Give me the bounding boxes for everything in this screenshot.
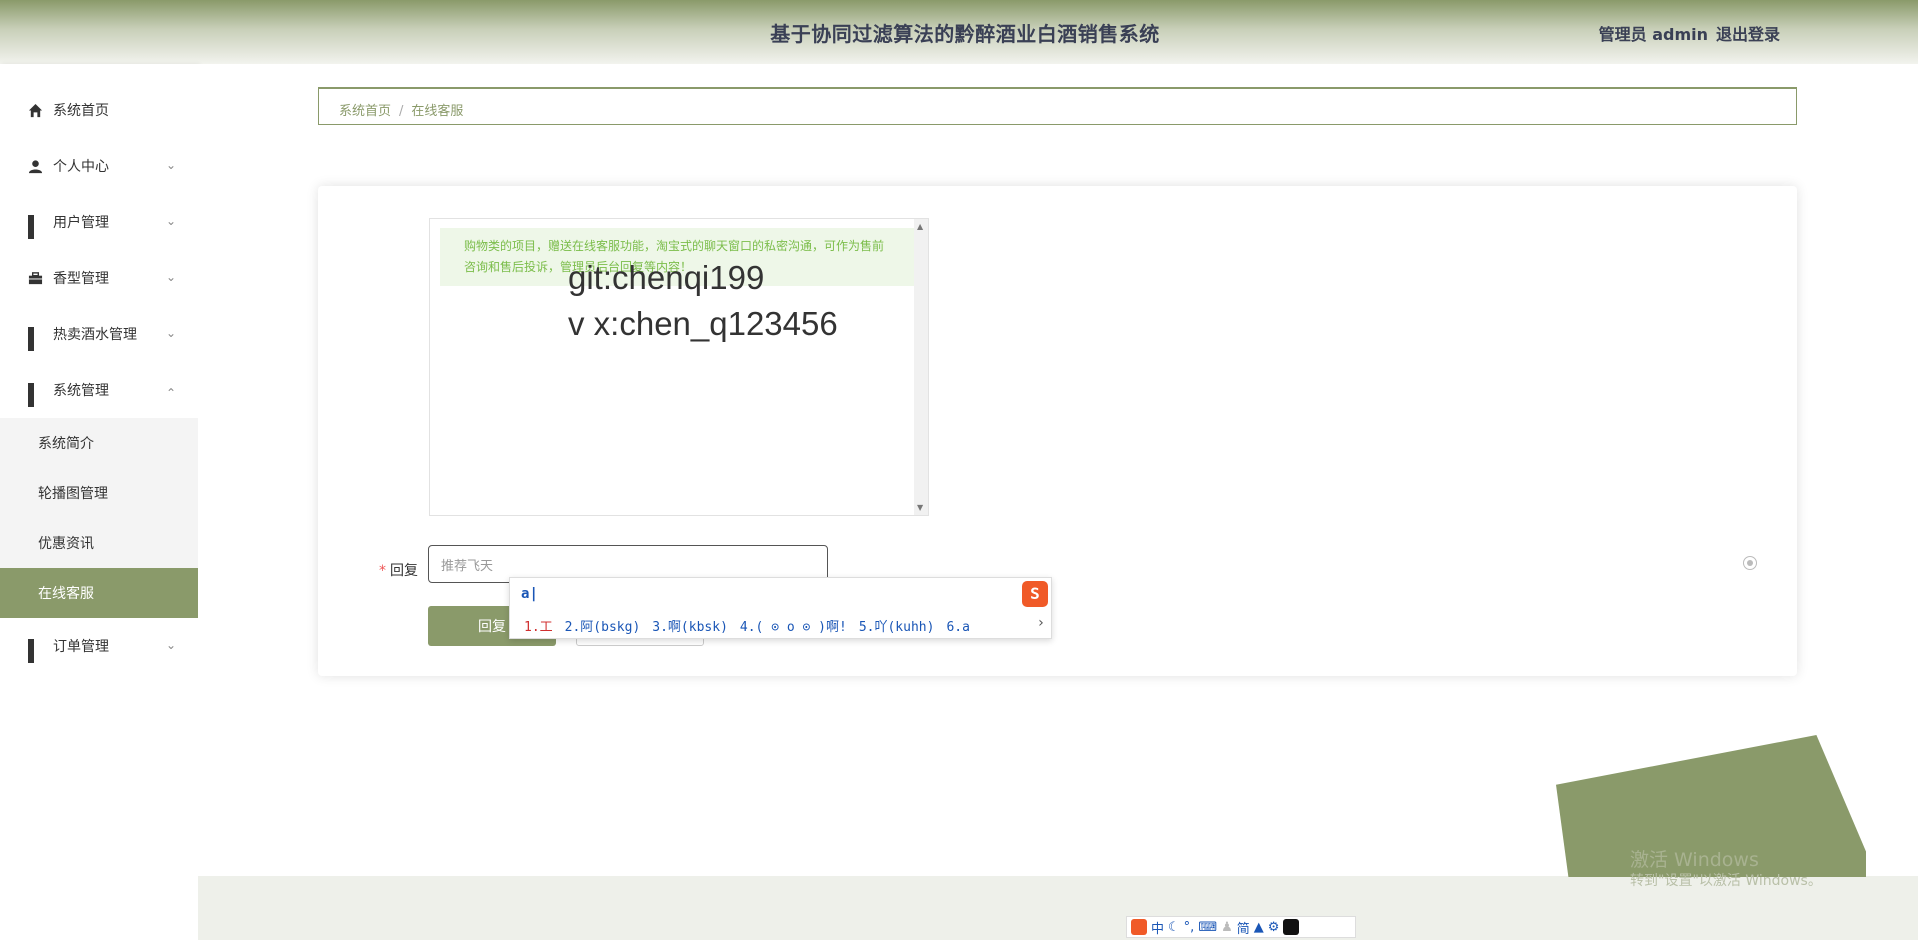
grid-icon xyxy=(28,326,43,351)
punctuation-icon[interactable]: °, xyxy=(1184,920,1195,935)
keyboard-icon[interactable]: ⌨ xyxy=(1198,920,1217,935)
tiktok-icon[interactable] xyxy=(1283,919,1300,935)
submenu-item-news[interactable]: 优惠资讯 xyxy=(0,518,198,568)
moon-icon[interactable]: ☾ xyxy=(1168,920,1180,935)
sidebar: 系统首页 个人中心 ⌄ 用户管理 ⌄ 香型管理 ⌄ 热卖酒水管理 ⌄ 系统管理 … xyxy=(0,64,198,940)
watermark-text: git:chenqi199 v x:chen_q123456 xyxy=(568,259,838,342)
logout-link[interactable]: 退出登录 xyxy=(1716,21,1780,45)
ime-candidate[interactable]: 4.( ⊙ o ⊙ )啊! xyxy=(740,620,847,635)
chevron-down-icon: ⌄ xyxy=(165,638,176,652)
skin-icon[interactable]: ▲ xyxy=(1254,920,1264,935)
briefcase-icon xyxy=(28,271,43,284)
grid-icon xyxy=(28,382,43,407)
sidebar-item-aroma[interactable]: 香型管理 ⌄ xyxy=(0,250,198,306)
settings-gear-icon[interactable]: ⚙ xyxy=(1268,920,1280,935)
breadcrumb-current: 在线客服 xyxy=(411,104,464,119)
scroll-up-icon[interactable]: ▲ xyxy=(917,222,923,231)
ime-candidate[interactable]: 2.阿(bskg) xyxy=(565,620,641,635)
user-icon xyxy=(28,159,43,173)
breadcrumb-separator: / xyxy=(399,104,404,119)
chevron-down-icon: ⌄ xyxy=(165,270,176,284)
ime-candidate[interactable]: 5.吖(kuhh) xyxy=(859,620,935,635)
sidebar-item-liquor[interactable]: 热卖酒水管理 ⌄ xyxy=(0,306,198,362)
ime-composition: a| xyxy=(521,586,538,602)
ime-candidate[interactable]: 3.啊(kbsk) xyxy=(652,620,728,635)
sidebar-item-users[interactable]: 用户管理 ⌄ xyxy=(0,194,198,250)
chevron-right-icon[interactable]: › xyxy=(1037,615,1045,631)
system-submenu: 系统简介 轮播图管理 优惠资讯 在线客服 xyxy=(0,418,198,618)
chevron-down-icon: ⌄ xyxy=(165,158,176,172)
chevron-up-icon: ⌃ xyxy=(165,386,176,400)
chat-scrollbar[interactable]: ▲ ▼ xyxy=(914,219,928,515)
admin-user-label: 管理员 admin xyxy=(1598,25,1708,44)
grid-icon xyxy=(28,638,43,663)
radio-circle-icon[interactable] xyxy=(1743,556,1757,570)
sogou-icon[interactable] xyxy=(1131,919,1147,935)
home-icon xyxy=(28,103,43,117)
ime-candidate[interactable]: 1.工 xyxy=(524,620,553,635)
sidebar-item-home[interactable]: 系统首页 xyxy=(0,82,198,138)
scroll-down-icon[interactable]: ▼ xyxy=(917,503,923,512)
top-header: 基于协同过滤算法的黔醉酒业白酒销售系统 管理员 admin 退出登录 xyxy=(0,0,1918,64)
ime-toolbar: 中 ☾ °, ⌨ ♟ 简 ▲ ⚙ xyxy=(1126,916,1356,938)
chevron-down-icon: ⌄ xyxy=(165,214,176,228)
ime-chinese-mode[interactable]: 中 xyxy=(1151,918,1164,937)
breadcrumb-home[interactable]: 系统首页 xyxy=(339,104,391,119)
sogou-logo-icon: S xyxy=(1022,581,1048,607)
ime-simplified-mode[interactable]: 简 xyxy=(1237,918,1250,937)
chevron-down-icon: ⌄ xyxy=(165,326,176,340)
ime-candidates: 1.工 2.阿(bskg) 3.啊(kbsk) 4.( ⊙ o ⊙ )啊! 5.吖(ku… xyxy=(524,616,982,635)
sidebar-item-orders[interactable]: 订单管理 ⌄ xyxy=(0,618,198,674)
sidebar-item-system[interactable]: 系统管理 ⌃ xyxy=(0,362,198,418)
breadcrumb: 系统首页 / 在线客服 xyxy=(318,87,1797,125)
submenu-item-chat[interactable]: 在线客服 xyxy=(0,568,198,618)
ime-candidate[interactable]: 6.a xyxy=(946,620,969,635)
main-content: 系统首页 / 在线客服 购物类的项目，赠送在线客服功能，淘宝式的聊天窗口的私密沟通，… xyxy=(198,64,1918,876)
ime-candidate-window: a| S 1.工 2.阿(bskg) 3.啊(kbsk) 4.( ⊙ o ⊙ )啊! 5… xyxy=(509,577,1052,639)
required-asterisk: * xyxy=(379,563,386,579)
grid-icon xyxy=(28,214,43,239)
person-icon[interactable]: ♟ xyxy=(1221,920,1233,935)
sidebar-item-personal[interactable]: 个人中心 ⌄ xyxy=(0,138,198,194)
windows-activation-hint: 转到"设置"以激活 Windows。 xyxy=(1630,873,1822,889)
reply-label: * 回复 xyxy=(379,563,418,579)
submenu-item-intro[interactable]: 系统简介 xyxy=(0,418,198,468)
submenu-item-carousel[interactable]: 轮播图管理 xyxy=(0,468,198,518)
windows-activation-title: 激活 Windows xyxy=(1630,849,1759,871)
